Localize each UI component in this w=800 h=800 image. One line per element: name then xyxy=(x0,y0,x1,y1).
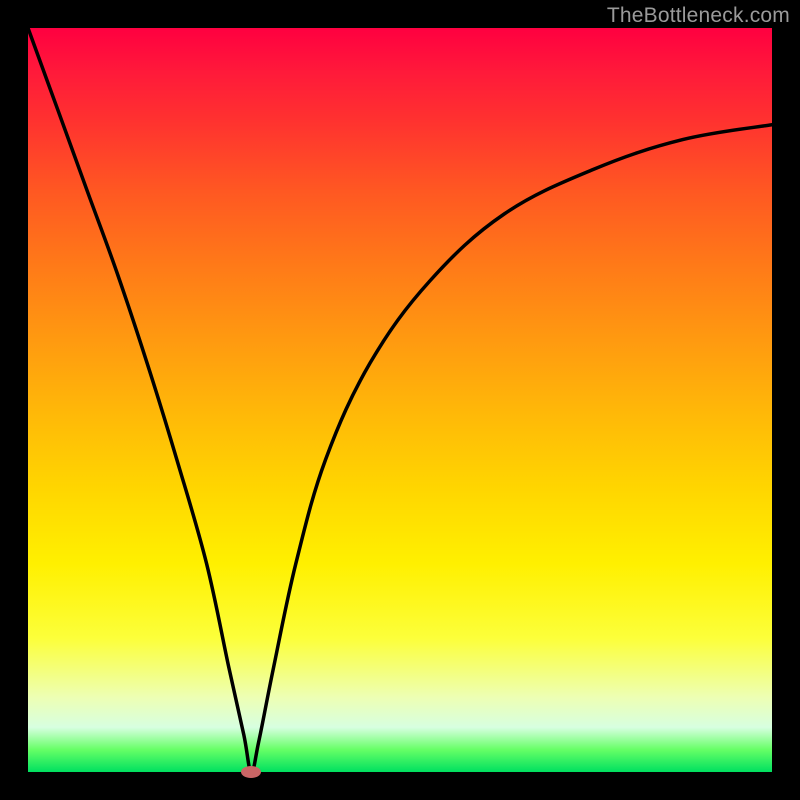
plot-area xyxy=(28,28,772,772)
min-point-marker xyxy=(241,766,261,778)
watermark-text: TheBottleneck.com xyxy=(607,4,790,28)
bottleneck-curve xyxy=(28,28,772,772)
chart-frame: TheBottleneck.com xyxy=(0,0,800,800)
